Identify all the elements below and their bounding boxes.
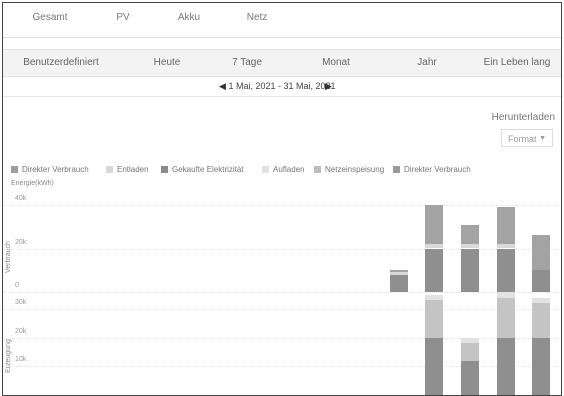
- gridline: [3, 309, 559, 310]
- tab-netz[interactable]: Netz: [229, 3, 285, 37]
- legend-item[interactable]: Entladen: [106, 164, 149, 176]
- bar-segment[interactable]: [425, 205, 444, 245]
- date-range: 1 Mai, 2021 - 31 Mai, 2021: [228, 81, 336, 91]
- bar-segment[interactable]: [461, 244, 479, 249]
- bar-segment[interactable]: [461, 360, 479, 395]
- bar-segment[interactable]: [389, 270, 408, 273]
- legend-swatch: [262, 166, 269, 173]
- bar-segment[interactable]: [461, 343, 479, 361]
- chart-unit-label: Energie(kWh): [11, 180, 54, 187]
- gridline: [3, 292, 559, 293]
- panel-label: Verbrauch: [5, 241, 12, 273]
- bar-segment[interactable]: [532, 297, 551, 304]
- y-tick-label: 40k: [15, 195, 27, 202]
- legend-item[interactable]: Direkter Verbrauch: [11, 164, 89, 176]
- tab-bar: Gesamt PV Akku Netz: [3, 3, 561, 38]
- bar-segment[interactable]: [389, 272, 408, 275]
- bar-segment[interactable]: [425, 294, 444, 301]
- legend-item[interactable]: Direkter Verbrauch: [393, 164, 471, 176]
- bar-segment[interactable]: [532, 337, 551, 395]
- bar-segment[interactable]: [389, 274, 408, 292]
- legend-swatch: [106, 166, 113, 173]
- triangle-right-icon[interactable]: ▶: [325, 76, 332, 96]
- legend-swatch: [314, 166, 321, 173]
- bar-segment[interactable]: [496, 244, 515, 249]
- y-tick-label: 0: [15, 282, 19, 289]
- tab-akku[interactable]: Akku: [161, 3, 217, 37]
- caret-down-icon: ▼: [539, 135, 546, 142]
- bar-segment[interactable]: [425, 337, 444, 395]
- bar-segment[interactable]: [425, 300, 444, 338]
- bar-segment[interactable]: [532, 303, 551, 338]
- bar-segment[interactable]: [496, 207, 515, 245]
- legend-label: Aufladen: [273, 165, 305, 174]
- panel-label: Erzeugung: [5, 339, 12, 373]
- period-month[interactable]: Monat: [291, 50, 381, 76]
- format-select-label: Format: [508, 134, 537, 144]
- period-7-days[interactable]: 7 Tage: [199, 50, 295, 76]
- bar-segment[interactable]: [425, 244, 444, 249]
- chart-legend: Direkter Verbrauch Entladen Gekaufte Ele…: [11, 164, 556, 176]
- period-lifetime[interactable]: Ein Leben lang: [473, 50, 561, 76]
- y-tick-label: 20k: [15, 238, 27, 246]
- tab-gesamt[interactable]: Gesamt: [17, 3, 83, 37]
- bar-segment[interactable]: [496, 297, 515, 338]
- legend-swatch: [161, 166, 168, 173]
- tab-pv[interactable]: PV: [98, 3, 148, 37]
- legend-item[interactable]: Aufladen: [262, 164, 305, 176]
- bar-segment[interactable]: [496, 337, 515, 395]
- y-tick-label: 10k: [15, 356, 27, 364]
- y-tick-label: 20k: [15, 327, 27, 335]
- bar-segment[interactable]: [461, 337, 479, 344]
- legend-label: Entladen: [117, 165, 149, 174]
- legend-item[interactable]: Netzeinspeisung: [314, 164, 384, 176]
- legend-swatch: [11, 166, 18, 173]
- format-select[interactable]: Format ▼: [501, 129, 553, 147]
- bar-segment[interactable]: [496, 248, 515, 292]
- bar-segment[interactable]: [532, 270, 551, 292]
- legend-label: Direkter Verbrauch: [22, 165, 89, 174]
- bar-segment[interactable]: [532, 235, 551, 271]
- legend-label: Direkter Verbrauch: [404, 165, 471, 174]
- gridline: [3, 205, 559, 206]
- bar-segment[interactable]: [461, 248, 479, 292]
- legend-label: Gekaufte Elektrizität: [172, 165, 244, 174]
- bar-segment[interactable]: [425, 248, 444, 292]
- legend-item[interactable]: Gekaufte Elektrizität: [161, 164, 244, 176]
- bar-segment[interactable]: [496, 291, 515, 298]
- download-label: Herunterladen: [491, 112, 555, 123]
- date-navigator: ◀ 1 Mai, 2021 - 31 Mai, 2021 ▶: [3, 76, 561, 97]
- period-custom[interactable]: Benutzerdefiniert: [3, 50, 119, 76]
- legend-label: Netzeinspeisung: [325, 165, 385, 174]
- energy-dashboard: Gesamt PV Akku Netz Benutzerdefiniert He…: [2, 2, 562, 396]
- period-filter-bar: Benutzerdefiniert Heute 7 Tage Monat Jah…: [3, 49, 561, 77]
- period-year[interactable]: Jahr: [381, 50, 473, 76]
- legend-swatch: [393, 166, 400, 173]
- bar-segment[interactable]: [461, 224, 479, 245]
- y-tick-label: 30k: [15, 299, 27, 306]
